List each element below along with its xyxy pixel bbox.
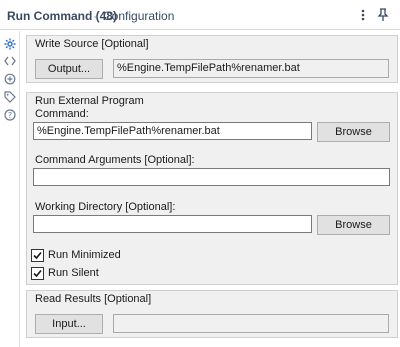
browse-directory-button[interactable]: Browse [317,215,390,235]
run-silent-label: Run Silent [48,267,99,279]
tool-title: Run Command (48) [7,9,118,23]
run-minimized-label: Run Minimized [48,249,121,261]
gear-icon[interactable] [2,36,18,52]
help-icon[interactable]: ? [2,107,18,123]
vertical-ellipsis-icon[interactable] [355,6,371,24]
command-label: Command: [35,108,89,120]
code-icon[interactable] [2,53,18,69]
output-button[interactable]: Output... [35,59,103,79]
working-directory-field[interactable] [33,215,312,233]
tag-icon[interactable] [2,89,18,105]
working-directory-label: Working Directory [Optional]: [35,201,176,213]
write-source-path-field: %Engine.TempFilePath%renamer.bat [113,59,389,78]
command-field[interactable]: %Engine.TempFilePath%renamer.bat [33,122,312,140]
run-silent-checkbox[interactable] [31,267,44,280]
tool-icon[interactable] [2,71,18,87]
panel-header: Run Command (48) - Configuration [0,0,400,30]
title-separator: - [94,9,98,23]
pin-icon[interactable] [375,6,391,24]
read-results-title: Read Results [Optional] [35,293,152,305]
run-external-group: Run External Program Command: %Engine.Te… [26,92,398,285]
write-source-title: Write Source [Optional] [35,38,149,50]
read-results-group: Read Results [Optional] Input... [26,290,398,338]
command-arguments-label: Command Arguments [Optional]: [35,154,195,166]
panel-subtitle: Configuration [103,9,175,23]
run-minimized-checkbox[interactable] [31,249,44,262]
run-external-title: Run External Program [35,95,144,107]
read-results-path-field [113,314,389,333]
left-icon-rail: ? [0,31,20,347]
write-source-group: Write Source [Optional] Output... %Engin… [26,35,398,83]
svg-text:?: ? [8,111,12,120]
command-arguments-field[interactable] [33,168,390,186]
browse-command-button[interactable]: Browse [317,122,390,142]
input-button[interactable]: Input... [35,314,103,334]
